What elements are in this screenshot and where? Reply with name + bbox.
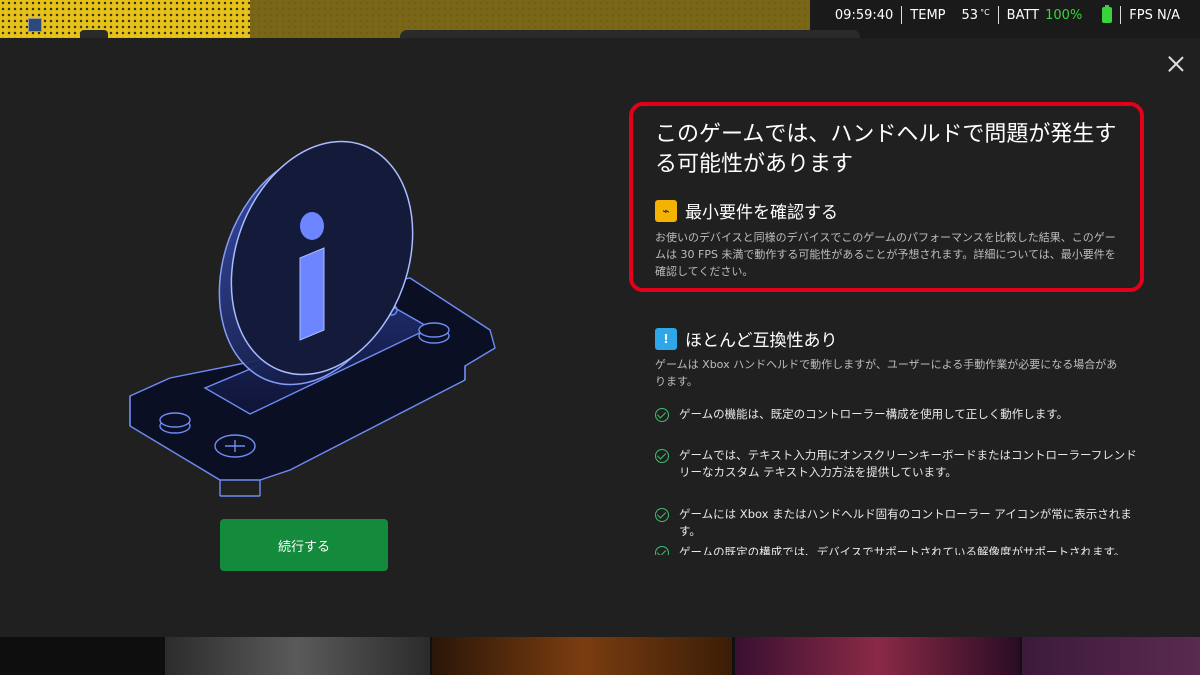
compatibility-description: ゲームは Xbox ハンドヘルドで動作しますが、ユーザーによる手動作業が必要にな… xyxy=(655,358,1118,388)
check-circle-icon xyxy=(655,449,669,463)
list-item: ゲームでは、テキスト入力用にオンスクリーンキーボードまたはコントローラーフレンド… xyxy=(655,447,1145,481)
battery-charging-icon xyxy=(1102,5,1113,23)
background-search-bar xyxy=(400,30,860,38)
battery: BATT 100% xyxy=(999,5,1122,24)
list-item: ゲームの機能は、既定のコントローラー構成を使用して正しく動作します。 xyxy=(655,406,1145,423)
check-circle-icon xyxy=(655,546,669,555)
handheld-info-illustration xyxy=(129,140,496,497)
compatibility-dialog: 続行する このゲームでは、ハンドヘルドで問題が発生する可能性があります ⌁ 最小… xyxy=(0,38,1200,637)
check-circle-icon xyxy=(655,508,669,522)
info-badge-icon: ! xyxy=(655,327,677,350)
min-requirements-heading: ⌁ 最小要件を確認する xyxy=(655,198,838,223)
game-tile xyxy=(165,637,430,675)
compatibility-heading: ! ほとんど互換性あり xyxy=(655,326,838,351)
list-item: ゲームの既定の構成では、デバイスでサポートされている解像度がサポートされます。 xyxy=(655,544,1145,555)
check-circle-icon xyxy=(655,408,669,422)
performance-warning-icon: ⌁ xyxy=(655,199,677,222)
background-thumbnail xyxy=(28,18,42,32)
temperature: TEMP 53 °C xyxy=(902,6,999,24)
dialog-title: このゲームでは、ハンドヘルドで問題が発生する可能性があります xyxy=(655,122,1117,177)
compatibility-check-list: ゲームの機能は、既定のコントローラー構成を使用して正しく動作します。 ゲームでは… xyxy=(655,403,1145,555)
close-icon[interactable] xyxy=(1166,54,1186,74)
performance-overlay: 09:59:40 TEMP 53 °C BATT 100% FPS N/A xyxy=(827,0,1200,30)
background-game-tiles xyxy=(0,637,1200,675)
game-tile xyxy=(735,637,1020,675)
game-tile xyxy=(1022,637,1200,675)
min-requirements-description: お使いのデバイスと同様のデバイスでこのゲームのパフォーマンスを比較した結果、この… xyxy=(655,231,1116,278)
clock: 09:59:40 xyxy=(827,6,903,24)
game-tile xyxy=(432,637,732,675)
fps-counter: FPS N/A xyxy=(1129,7,1180,23)
continue-button[interactable]: 続行する xyxy=(220,519,388,571)
list-item: ゲームには Xbox またはハンドヘルド固有のコントローラー アイコンが常に表示… xyxy=(655,506,1145,540)
